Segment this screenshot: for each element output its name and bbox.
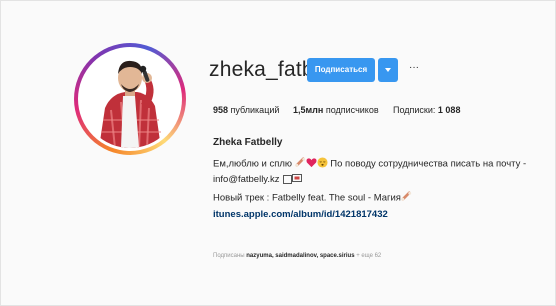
bio-text-end: По поводу сотрудничества писать на почту… [330, 158, 527, 170]
bone-icon [295, 157, 306, 171]
followed-by-more: + еще 62 [356, 253, 382, 259]
follow-button[interactable]: Подписаться [307, 58, 375, 82]
avatar-border [78, 47, 182, 151]
posts-count: 958 публикаций [213, 105, 279, 115]
followers-count-label: подписчиков [325, 105, 379, 115]
bio-line-3: Новый трек : Fatbelly feat. The soul - М… [213, 191, 412, 205]
profile-header: zheka_fatbelly Подписаться ··· 958 публи… [0, 0, 556, 306]
heart-icon [306, 157, 317, 171]
bio-line-1: Ем,люблю и сплю По поводу сотрудничества… [213, 157, 526, 171]
suggestions-dropdown-button[interactable] [378, 58, 398, 82]
following-count-label: Подписки: [393, 105, 436, 115]
bone-icon [401, 191, 412, 205]
posts-count-label: публикаций [230, 105, 280, 115]
followers-count[interactable]: 1,5млн подписчиков [293, 105, 379, 115]
full-name: Zheka Fatbelly [213, 137, 283, 148]
square-icon [283, 175, 293, 184]
followed-by-prefix: Подписаны [213, 253, 245, 259]
avatar[interactable] [81, 50, 179, 148]
following-count[interactable]: Подписки: 1 088 [393, 105, 460, 115]
bio-text-start: Ем,люблю и сплю [213, 158, 293, 170]
chevron-down-icon [385, 68, 391, 72]
bio-email: info@fatbelly.kz [213, 174, 280, 186]
followers-count-value: 1,5млн [293, 105, 324, 115]
more-options-button[interactable]: ··· [407, 63, 421, 73]
mailbox-icon [292, 173, 303, 186]
followed-by[interactable]: Подписаны nazyuma, saidmadalinov, space.… [213, 253, 381, 259]
sleeping-face-icon [317, 157, 328, 171]
following-count-value: 1 088 [437, 105, 461, 115]
posts-count-value: 958 [213, 105, 229, 115]
avatar-illustration [81, 50, 179, 148]
bio-line-2: info@fatbelly.kz [213, 173, 303, 186]
followed-by-users: nazyuma, saidmadalinov, space.sirius [246, 253, 355, 259]
bio-track: Новый трек : Fatbelly feat. The soul - М… [213, 192, 401, 204]
story-ring[interactable] [74, 43, 186, 155]
bio-link[interactable]: itunes.apple.com/album/id/1421817432 [213, 209, 388, 220]
